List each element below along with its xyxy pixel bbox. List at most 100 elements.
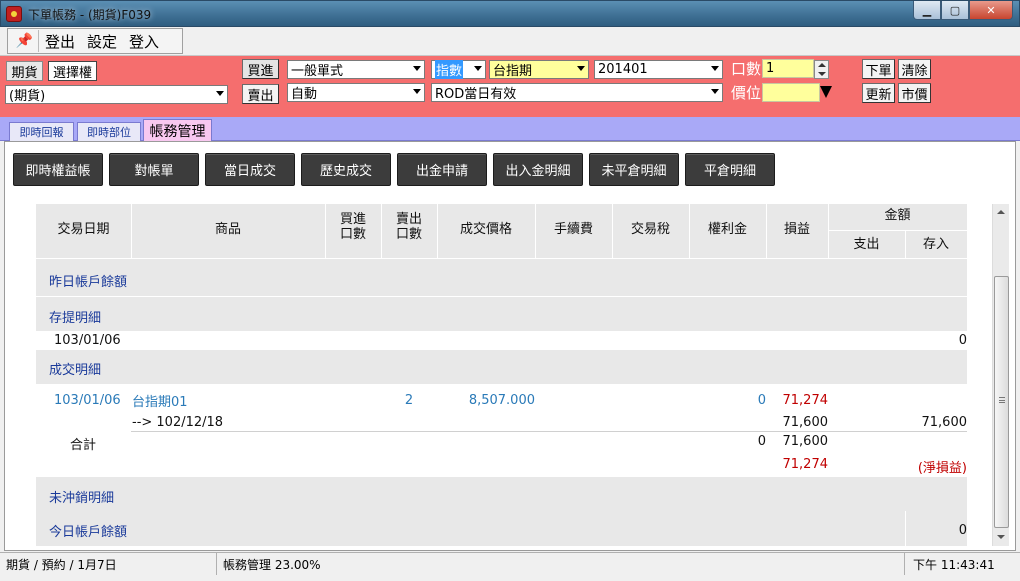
tab-realtime-position[interactable]: 即時部位: [77, 122, 141, 141]
tab-strip: 即時回報 即時部位 帳務管理: [0, 117, 1020, 141]
trade-sub-deposit: 71,600: [921, 415, 968, 430]
app-icon: [6, 6, 22, 22]
place-order-button[interactable]: 下單: [862, 59, 895, 79]
history-trades-button[interactable]: 歷史成交: [301, 153, 391, 186]
chevron-down-icon: [474, 66, 482, 71]
maximize-button[interactable]: ▢: [941, 1, 969, 20]
trade-sub-pnl: 71,600: [782, 415, 829, 430]
scroll-down-icon[interactable]: [993, 529, 1010, 546]
refresh-button[interactable]: 更新: [862, 83, 895, 103]
header-premium: 權利金: [707, 221, 747, 237]
vertical-scrollbar[interactable]: [992, 204, 1009, 546]
statement-button[interactable]: 對帳單: [109, 153, 199, 186]
tab-account-management[interactable]: 帳務管理: [143, 119, 212, 141]
order-type-select[interactable]: 一般單式: [287, 60, 425, 79]
trade-row-product[interactable]: 台指期01: [132, 391, 188, 410]
trade-row-price: 8,507.000: [468, 393, 535, 408]
header-buy-qty: 買進 口數: [339, 212, 366, 242]
header-sell-qty: 賣出 口數: [395, 212, 422, 242]
price-dropdown-icon[interactable]: [820, 86, 832, 98]
trade-row-pnl: 71,274: [782, 393, 829, 408]
header-tax: 交易稅: [630, 221, 670, 237]
auto-mode-select[interactable]: 自動: [287, 83, 425, 102]
window-controls: ▁ ▢ ✕: [913, 1, 1013, 21]
status-left: 期貨 / 預約 / 1月7日: [0, 553, 217, 575]
divider: [437, 204, 438, 258]
section-trade-detail: [36, 350, 967, 384]
account-select[interactable]: (期貨): [5, 85, 228, 104]
qty-input[interactable]: 1: [762, 59, 829, 79]
withdraw-request-button[interactable]: 出金申請: [397, 153, 487, 186]
menu-settings[interactable]: 設定: [81, 31, 123, 52]
product-select[interactable]: 台指期: [489, 60, 589, 79]
chevron-down-icon: [577, 66, 585, 71]
open-position-detail-button[interactable]: 未平倉明細: [589, 153, 679, 186]
cash-flow-detail-button[interactable]: 出入金明細: [493, 153, 583, 186]
section-deposit-detail: [36, 297, 967, 331]
trade-sub-product: --> 102/12/18: [132, 415, 224, 430]
total-pnl: 71,600: [782, 434, 829, 449]
qty-label: 口數: [731, 60, 762, 78]
pin-icon[interactable]: 📌: [11, 30, 39, 52]
today-balance-title: 今日帳戶餘額: [49, 525, 128, 540]
scroll-thumb[interactable]: [994, 276, 1009, 528]
chevron-down-icon: [711, 66, 719, 71]
price-label: 價位: [731, 84, 762, 102]
status-middle: 帳務管理 23.00%: [217, 553, 905, 575]
trade-row-sell-qty: 2: [404, 393, 414, 408]
today-balance-value: 0: [958, 523, 967, 538]
sell-button[interactable]: 賣出: [242, 84, 279, 104]
minimize-button[interactable]: ▁: [913, 1, 941, 20]
validity-select[interactable]: ROD當日有效: [431, 83, 723, 102]
header-price: 成交價格: [459, 221, 512, 237]
qty-value: 1: [766, 61, 775, 76]
qty-stepper[interactable]: [814, 60, 829, 79]
chevron-down-icon: [711, 89, 719, 94]
divider: [905, 231, 906, 258]
scroll-up-icon[interactable]: [993, 204, 1010, 221]
divider: [612, 204, 613, 258]
header-pnl: 損益: [783, 221, 810, 237]
index-type-select[interactable]: 指數: [431, 60, 486, 79]
buy-button[interactable]: 買進: [242, 59, 279, 79]
market-price-button[interactable]: 市價: [898, 83, 931, 103]
closed-position-detail-button[interactable]: 平倉明細: [685, 153, 775, 186]
prev-balance-title: 昨日帳戶餘額: [49, 275, 128, 290]
futures-tab[interactable]: 期貨: [6, 61, 43, 81]
auto-mode-value: 自動: [291, 87, 318, 102]
net-pnl-note: (淨損益): [917, 461, 967, 476]
tab-realtime-report[interactable]: 即時回報: [9, 122, 74, 141]
open-detail-title: 未沖銷明細: [49, 491, 115, 506]
chevron-down-icon: [413, 89, 421, 94]
trade-row-premium: 0: [757, 393, 766, 408]
close-button[interactable]: ✕: [969, 1, 1013, 20]
header-deposit: 存入: [922, 236, 949, 252]
price-input[interactable]: [762, 83, 832, 102]
divider: [131, 431, 967, 432]
chevron-down-icon: [413, 66, 421, 71]
trade-detail-title: 成交明細: [49, 363, 102, 378]
deposit-row-deposit: 0: [958, 333, 967, 348]
account-content: 即時權益帳 對帳單 當日成交 歷史成交 出金申請 出入金明細 未平倉明細 平倉明…: [4, 141, 1016, 551]
divider: [766, 204, 767, 258]
index-type-value: 指數: [435, 60, 464, 79]
menu-logout[interactable]: 登出: [39, 31, 81, 52]
divider: [689, 204, 690, 258]
clear-button[interactable]: 清除: [898, 59, 931, 79]
order-panel: 期貨 選擇權 (期貨) 買進 賣出 一般單式 自動 指數 台指期 201401 …: [0, 56, 1020, 117]
divider: [828, 230, 967, 231]
window-title: 下單帳務 - (期貨)F039: [28, 8, 152, 22]
divider: [131, 204, 132, 258]
options-tab[interactable]: 選擇權: [48, 61, 97, 81]
header-amount: 金額: [884, 207, 911, 223]
deposit-detail-title: 存提明細: [49, 311, 102, 326]
realtime-equity-button[interactable]: 即時權益帳: [13, 153, 103, 186]
account-value: (期貨): [9, 89, 46, 104]
total-label: 合計: [70, 438, 97, 453]
menu-login[interactable]: 登入: [123, 31, 165, 52]
header-fee: 手續費: [553, 221, 593, 237]
header-date: 交易日期: [57, 221, 110, 237]
today-trades-button[interactable]: 當日成交: [205, 153, 295, 186]
divider: [535, 204, 536, 258]
month-select[interactable]: 201401: [594, 60, 723, 79]
